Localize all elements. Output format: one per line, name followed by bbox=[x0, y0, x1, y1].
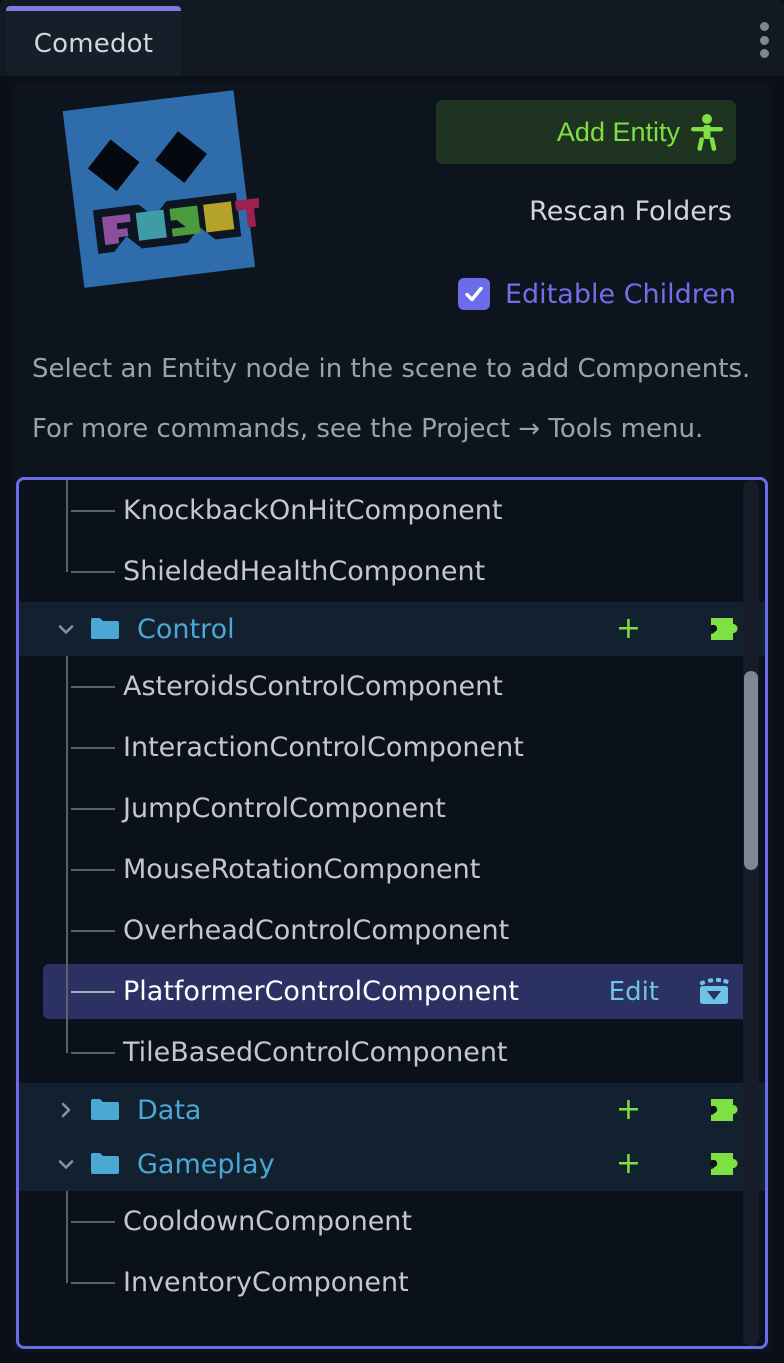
tree-guide-vertical bbox=[66, 717, 68, 778]
tree-guide-horizontal bbox=[71, 510, 115, 512]
editable-children-toggle[interactable]: Editable Children bbox=[457, 278, 736, 310]
tree-guide-vertical bbox=[66, 961, 68, 1022]
comedot-panel-root: Comedot Add Entity Rescan Folders Editab… bbox=[0, 0, 784, 1363]
tree-component-row[interactable]: InventoryComponent bbox=[19, 1252, 765, 1313]
edit-component-button[interactable]: Edit bbox=[609, 977, 659, 1007]
load-scene-icon[interactable] bbox=[695, 975, 733, 1009]
tree-guide-horizontal bbox=[71, 571, 115, 573]
tree-guide-horizontal bbox=[71, 747, 115, 749]
tree-component-label: JumpControlComponent bbox=[123, 793, 446, 824]
puzzle-piece-icon[interactable] bbox=[707, 1149, 741, 1179]
tree-component-label: InteractionControlComponent bbox=[123, 732, 524, 763]
tree-guide-horizontal bbox=[71, 1052, 115, 1054]
tree-component-row[interactable]: InteractionControlComponent bbox=[19, 717, 765, 778]
rescan-folders-button[interactable]: Rescan Folders bbox=[525, 192, 736, 231]
tree-guide-horizontal bbox=[71, 808, 115, 810]
puzzle-piece-icon[interactable] bbox=[707, 1095, 741, 1125]
tree-component-label: KnockbackOnHitComponent bbox=[123, 495, 503, 526]
kebab-dot bbox=[759, 22, 769, 31]
folder-icon bbox=[91, 617, 119, 641]
tree-guide-vertical bbox=[66, 839, 68, 900]
tree-folder-label: Control bbox=[137, 613, 235, 645]
info-line-2: For more commands, see the Project → Too… bbox=[32, 414, 704, 444]
tree-component-row[interactable]: PlatformerControlComponent Edit bbox=[19, 961, 765, 1022]
tree-folder-label: Gameplay bbox=[137, 1148, 275, 1180]
character-body-icon bbox=[690, 113, 724, 151]
chevron-right-icon[interactable] bbox=[55, 1099, 77, 1121]
tree-guide-vertical bbox=[66, 656, 68, 717]
tree-component-label: AsteroidsControlComponent bbox=[123, 671, 503, 702]
add-entity-button[interactable]: Add Entity bbox=[436, 100, 736, 164]
tree-guide-horizontal bbox=[71, 930, 115, 932]
kebab-dot bbox=[759, 49, 769, 58]
tree-folder-row[interactable]: Gameplay + bbox=[19, 1137, 765, 1191]
editable-children-label: Editable Children bbox=[504, 278, 736, 310]
tree-component-row[interactable]: AsteroidsControlComponent bbox=[19, 656, 765, 717]
tree-component-label: PlatformerControlComponent bbox=[123, 976, 519, 1007]
tab-comedot-label: Comedot bbox=[33, 28, 154, 59]
tree-component-label: MouseRotationComponent bbox=[123, 854, 481, 885]
panel-header: Add Entity Rescan Folders Editable Child… bbox=[12, 82, 772, 352]
tab-comedot[interactable]: Comedot bbox=[6, 6, 181, 76]
tree-guide-vertical bbox=[66, 480, 68, 541]
tree-component-row[interactable]: ShieldedHealthComponent bbox=[19, 541, 765, 602]
folder-icon bbox=[91, 1098, 119, 1122]
tree-guide-horizontal bbox=[71, 686, 115, 688]
chevron-down-icon[interactable] bbox=[55, 1153, 77, 1175]
info-line-1: Select an Entity node in the scene to ad… bbox=[32, 354, 751, 384]
add-all-components-button[interactable]: + bbox=[616, 1095, 641, 1125]
tree-component-label: InventoryComponent bbox=[123, 1267, 409, 1298]
tree-guide-horizontal bbox=[71, 1221, 115, 1223]
add-all-components-button[interactable]: + bbox=[616, 614, 641, 644]
tree-guide-horizontal bbox=[71, 991, 115, 993]
add-entity-label: Add Entity bbox=[556, 116, 680, 147]
component-tree-panel: KnockbackOnHitComponent ShieldedHealthCom… bbox=[16, 477, 768, 1349]
tree-component-row[interactable]: OverheadControlComponent bbox=[19, 900, 765, 961]
tab-bar: Comedot bbox=[0, 0, 784, 76]
tree-component-row[interactable]: CooldownComponent bbox=[19, 1191, 765, 1252]
tree-guide-horizontal bbox=[71, 869, 115, 871]
tree-scrollbar[interactable] bbox=[743, 480, 759, 1346]
puzzle-piece-icon[interactable] bbox=[707, 614, 741, 644]
comedot-logo bbox=[59, 90, 259, 305]
kebab-menu-icon[interactable] bbox=[758, 22, 770, 58]
tree-guide-vertical bbox=[66, 778, 68, 839]
tree-guide-vertical bbox=[66, 900, 68, 961]
tree-folder-row[interactable]: Data + bbox=[19, 1083, 765, 1137]
tree-component-label: TileBasedControlComponent bbox=[123, 1037, 508, 1068]
tree-component-row[interactable]: TileBasedControlComponent bbox=[19, 1022, 765, 1083]
tree-guide-vertical bbox=[66, 1191, 68, 1252]
tree-scrollbar-thumb[interactable] bbox=[744, 670, 758, 870]
info-block: Select an Entity node in the scene to ad… bbox=[32, 354, 752, 474]
plugin-panel: Add Entity Rescan Folders Editable Child… bbox=[12, 82, 772, 1352]
kebab-dot bbox=[759, 35, 769, 45]
tree-component-row[interactable]: JumpControlComponent bbox=[19, 778, 765, 839]
tree-component-label: OverheadControlComponent bbox=[123, 915, 510, 946]
tree-guide-vertical bbox=[66, 1022, 68, 1053]
component-tree-list[interactable]: KnockbackOnHitComponent ShieldedHealthCom… bbox=[19, 480, 765, 1346]
chevron-down-icon[interactable] bbox=[55, 618, 77, 640]
tree-folder-row[interactable]: Control + bbox=[19, 602, 765, 656]
tree-guide-horizontal bbox=[71, 1282, 115, 1284]
tree-component-label: CooldownComponent bbox=[123, 1206, 412, 1237]
tree-guide-vertical bbox=[66, 1252, 68, 1283]
folder-icon bbox=[91, 1152, 119, 1176]
tree-component-row[interactable]: MouseRotationComponent bbox=[19, 839, 765, 900]
tree-folder-label: Data bbox=[137, 1094, 202, 1126]
tree-component-row[interactable]: KnockbackOnHitComponent bbox=[19, 480, 765, 541]
tree-component-label: ShieldedHealthComponent bbox=[123, 556, 486, 587]
checkbox-checked-icon[interactable] bbox=[457, 278, 490, 310]
add-all-components-button[interactable]: + bbox=[616, 1149, 641, 1179]
tree-guide-vertical bbox=[66, 541, 68, 572]
